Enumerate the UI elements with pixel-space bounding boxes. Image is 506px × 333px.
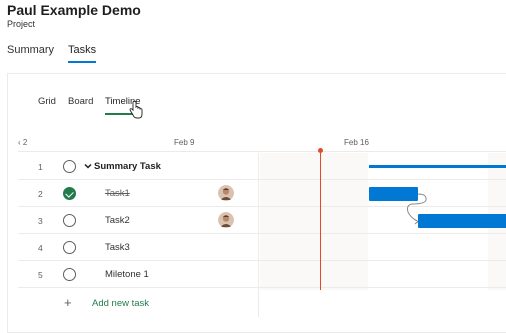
- task-row[interactable]: 2 Task1: [18, 180, 506, 207]
- task-name[interactable]: Task2: [105, 215, 130, 226]
- project-title: Paul Example Demo: [7, 2, 141, 18]
- add-task-row[interactable]: + Add new task: [18, 290, 259, 317]
- row-number: 1: [38, 162, 43, 172]
- row-number: 4: [38, 243, 43, 253]
- view-tab-grid[interactable]: Grid: [38, 96, 56, 107]
- complete-checkbox[interactable]: [63, 160, 76, 173]
- row-number: 2: [38, 189, 43, 199]
- today-marker-dot: [318, 148, 323, 153]
- complete-checkbox[interactable]: [63, 268, 76, 281]
- chevron-down-icon[interactable]: [84, 162, 92, 170]
- avatar[interactable]: [218, 185, 234, 201]
- complete-checkbox[interactable]: [63, 241, 76, 254]
- gantt-bar-summary[interactable]: [369, 165, 506, 168]
- date-label: Feb 9: [174, 138, 195, 147]
- today-marker-line: [320, 150, 321, 290]
- date-label: ‹ 2: [18, 138, 28, 147]
- task-row[interactable]: 4 Task3: [18, 234, 506, 261]
- hand-cursor-icon: [129, 101, 143, 119]
- avatar[interactable]: [218, 212, 234, 228]
- task-row[interactable]: 5 Miletone 1: [18, 261, 506, 288]
- gantt-bar-task2[interactable]: [418, 214, 506, 228]
- task-name[interactable]: Summary Task: [94, 161, 161, 172]
- date-label: Feb 16: [344, 138, 369, 147]
- complete-checkbox[interactable]: [63, 214, 76, 227]
- add-task-button[interactable]: Add new task: [92, 298, 149, 309]
- row-number: 3: [38, 216, 43, 226]
- task-name[interactable]: Miletone 1: [105, 269, 149, 280]
- timeline-date-axis: ‹ 2 Feb 9 Feb 16: [18, 132, 506, 152]
- tab-summary[interactable]: Summary: [7, 44, 54, 56]
- complete-checkbox[interactable]: [63, 187, 76, 200]
- view-tab-board[interactable]: Board: [68, 96, 93, 107]
- plus-icon[interactable]: +: [64, 295, 72, 310]
- task-name[interactable]: Task3: [105, 242, 130, 253]
- row-number: 5: [38, 270, 43, 280]
- project-subtitle: Project: [7, 19, 36, 29]
- task-name[interactable]: Task1: [105, 188, 130, 199]
- tab-tasks[interactable]: Tasks: [68, 44, 97, 63]
